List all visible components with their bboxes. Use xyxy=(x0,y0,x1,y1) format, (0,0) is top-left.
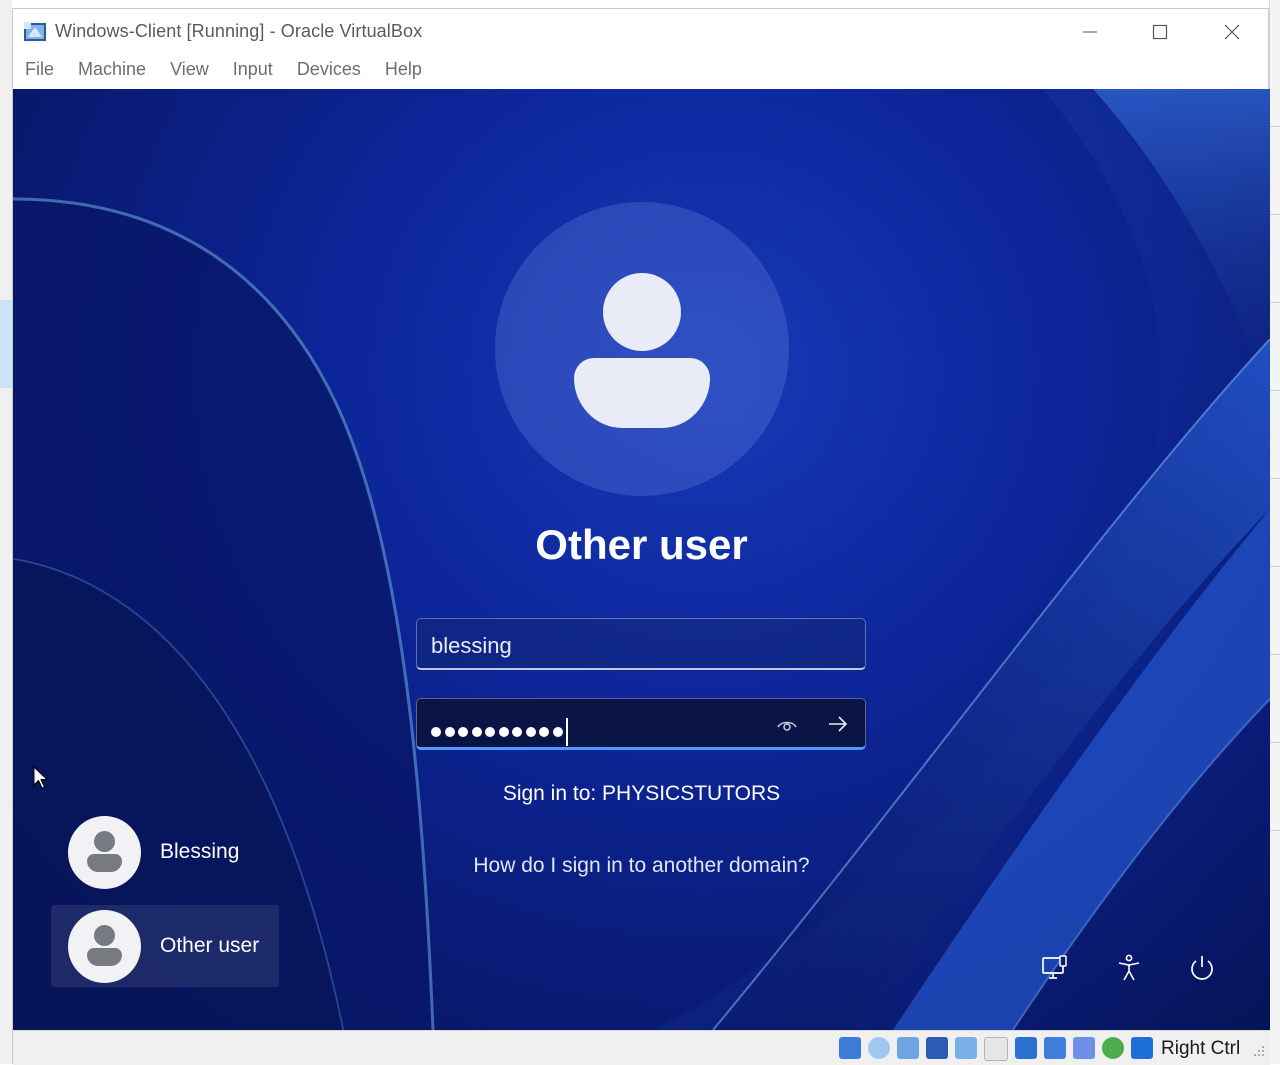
submit-arrow-icon[interactable] xyxy=(825,711,851,737)
user-tile-label: Other user xyxy=(160,934,260,957)
sign-in-domain-text: Sign in to: PHYSICSTUTORS xyxy=(502,782,781,805)
user-tile-blessing[interactable]: Blessing xyxy=(51,811,279,893)
reveal-password-icon[interactable] xyxy=(775,713,799,737)
user-tile-label: Blessing xyxy=(160,840,240,863)
mouse-pointer-icon xyxy=(33,766,49,789)
maximize-icon xyxy=(1152,24,1168,40)
maximize-button[interactable] xyxy=(1137,17,1183,47)
password-dot xyxy=(512,727,522,737)
status-bar: Right Ctrl xyxy=(13,1030,1270,1065)
guest-additions-icon[interactable] xyxy=(1102,1037,1124,1059)
title-bar[interactable]: Windows-Client [Running] - Oracle Virtua… xyxy=(13,9,1268,55)
host-desktop-left xyxy=(0,0,12,1064)
password-masked-value xyxy=(431,718,568,746)
vm-display[interactable]: Other user blessing Sign in to: PHYSICST… xyxy=(13,89,1270,1030)
menu-file[interactable]: File xyxy=(13,55,66,89)
password-dot xyxy=(539,727,549,737)
usb-icon[interactable] xyxy=(955,1037,977,1059)
avatar xyxy=(68,909,141,983)
avatar xyxy=(68,815,141,889)
host-key-arrow-icon[interactable] xyxy=(1131,1037,1153,1059)
text-caret xyxy=(566,718,568,746)
menu-machine[interactable]: Machine xyxy=(66,55,158,89)
network-adapter-icon[interactable] xyxy=(926,1037,948,1059)
virtualbox-window: Windows-Client [Running] - Oracle Virtua… xyxy=(12,8,1270,1065)
hard-disk-icon[interactable] xyxy=(839,1037,861,1059)
menu-input[interactable]: Input xyxy=(221,55,285,89)
close-icon xyxy=(1224,24,1240,40)
menu-devices[interactable]: Devices xyxy=(285,55,373,89)
host-key-label: Right Ctrl xyxy=(1161,1038,1241,1059)
password-dot xyxy=(525,727,536,737)
host-selection xyxy=(0,300,12,388)
network-icon[interactable] xyxy=(1040,953,1070,983)
password-dot xyxy=(471,727,482,737)
password-dot xyxy=(431,727,441,737)
password-dot xyxy=(485,727,495,737)
selected-user-name: Other user xyxy=(535,521,748,568)
user-tile-other-user[interactable]: Other user xyxy=(51,905,279,987)
window-title: Windows-Client [Running] - Oracle Virtua… xyxy=(55,21,423,41)
optical-drive-icon[interactable] xyxy=(868,1037,890,1059)
recording-icon[interactable] xyxy=(1044,1037,1066,1059)
virtualbox-app-icon xyxy=(24,22,46,41)
accessibility-icon[interactable] xyxy=(1114,953,1144,983)
virtualization-icon[interactable] xyxy=(1073,1037,1095,1059)
password-dot xyxy=(498,727,509,737)
minimize-button[interactable] xyxy=(1067,17,1113,47)
resize-grip-icon[interactable] xyxy=(1251,1043,1265,1057)
display-icon[interactable] xyxy=(1015,1037,1037,1059)
username-value: blessing xyxy=(431,633,512,658)
menu-help[interactable]: Help xyxy=(373,55,434,89)
user-avatar-large xyxy=(495,202,789,496)
power-icon[interactable] xyxy=(1187,953,1217,983)
menu-bar: File Machine View Input Devices Help xyxy=(13,55,1268,89)
close-button[interactable] xyxy=(1209,17,1255,47)
password-dot xyxy=(552,727,563,737)
username-field[interactable]: blessing xyxy=(416,618,866,670)
audio-icon[interactable] xyxy=(897,1037,919,1059)
shared-folders-icon[interactable] xyxy=(984,1037,1008,1061)
host-desktop-right xyxy=(1269,0,1280,1064)
password-dot xyxy=(444,727,455,737)
menu-view[interactable]: View xyxy=(158,55,221,89)
minimize-icon xyxy=(1083,31,1097,33)
password-field[interactable] xyxy=(416,698,866,750)
password-dot xyxy=(458,727,468,737)
